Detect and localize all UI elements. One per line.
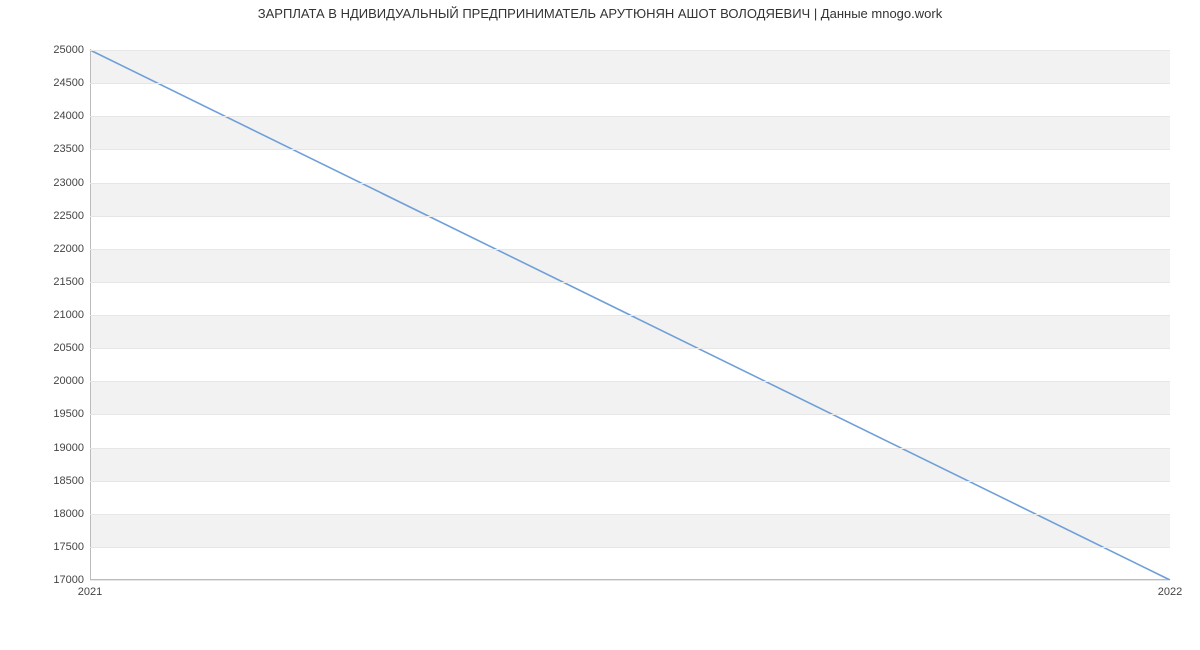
gridline-horizontal <box>90 315 1170 316</box>
y-tick-label: 21000 <box>53 309 90 321</box>
y-tick-label: 25000 <box>53 44 90 56</box>
y-tick-label: 24500 <box>53 77 90 89</box>
y-tick-label: 24000 <box>53 110 90 122</box>
y-tick-label: 23000 <box>53 177 90 189</box>
y-tick-label: 22000 <box>53 243 90 255</box>
y-tick-label: 19500 <box>53 408 90 420</box>
gridline-horizontal <box>90 514 1170 515</box>
gridline-horizontal <box>90 83 1170 84</box>
y-tick-label: 21500 <box>53 276 90 288</box>
gridline-horizontal <box>90 116 1170 117</box>
y-tick-label: 17500 <box>53 541 90 553</box>
y-tick-label: 18500 <box>53 475 90 487</box>
gridline-horizontal <box>90 547 1170 548</box>
gridline-horizontal <box>90 282 1170 283</box>
gridline-horizontal <box>90 448 1170 449</box>
chart-container: ЗАРПЛАТА В НДИВИДУАЛЬНЫЙ ПРЕДПРИНИМАТЕЛЬ… <box>0 0 1200 650</box>
y-tick-label: 19000 <box>53 442 90 454</box>
gridline-horizontal <box>90 481 1170 482</box>
gridline-horizontal <box>90 183 1170 184</box>
gridline-horizontal <box>90 216 1170 217</box>
y-tick-label: 22500 <box>53 210 90 222</box>
gridline-horizontal <box>90 348 1170 349</box>
plot-area: 1700017500180001850019000195002000020500… <box>90 50 1170 580</box>
y-tick-label: 20000 <box>53 375 90 387</box>
gridline-horizontal <box>90 50 1170 51</box>
gridline-horizontal <box>90 249 1170 250</box>
chart-title: ЗАРПЛАТА В НДИВИДУАЛЬНЫЙ ПРЕДПРИНИМАТЕЛЬ… <box>0 6 1200 21</box>
gridline-horizontal <box>90 149 1170 150</box>
y-tick-label: 18000 <box>53 508 90 520</box>
y-tick-label: 20500 <box>53 342 90 354</box>
gridline-horizontal <box>90 414 1170 415</box>
gridline-horizontal <box>90 381 1170 382</box>
y-tick-label: 23500 <box>53 143 90 155</box>
x-tick-label: 2022 <box>1158 580 1182 598</box>
gridline-horizontal <box>90 580 1170 581</box>
x-tick-label: 2021 <box>78 580 102 598</box>
